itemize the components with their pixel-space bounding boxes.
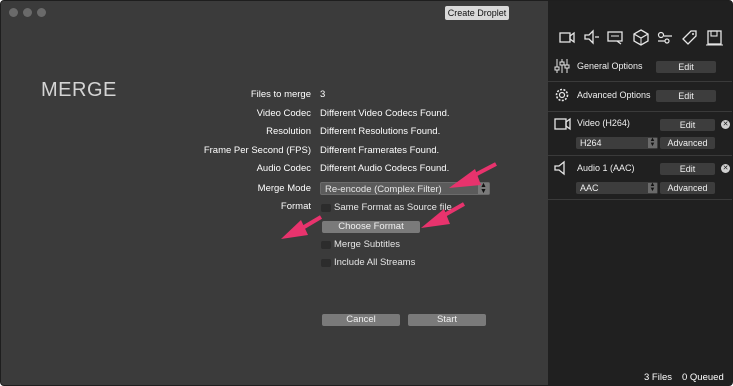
audio-edit-button[interactable]: Edit [660, 163, 715, 175]
queued-count-status: 0 Queued [682, 372, 724, 383]
chevron-updown-icon: ▲ ▼ [648, 137, 657, 148]
video-camera-icon[interactable] [558, 27, 576, 47]
video-edit-button[interactable]: Edit [660, 119, 715, 131]
audio-stream-label: Audio 1 (AAC) [577, 163, 635, 173]
app-window: Create Droplet MERGE Files to merge 3 Vi… [0, 0, 733, 386]
sliders-icon [554, 58, 570, 74]
advanced-options-edit-button[interactable]: Edit [656, 90, 716, 102]
remove-video-icon[interactable]: ✕ [721, 120, 730, 129]
sidebar: General Options Edit Advanced Options Ed… [548, 1, 732, 385]
audio-codec-select[interactable]: AAC ▲ ▼ [576, 182, 658, 194]
video-camera-icon [554, 116, 571, 132]
advanced-options-label: Advanced Options [577, 90, 651, 100]
video-stream-label: Video (H264) [577, 118, 630, 128]
arrow-head-choose-format [421, 209, 450, 228]
audio-speaker-icon[interactable] [583, 27, 601, 47]
chevron-updown-icon: ▲ ▼ [648, 182, 657, 193]
files-count-status: 3 Files [644, 372, 672, 383]
video-advanced-button[interactable]: Advanced [660, 137, 715, 149]
gear-icon [554, 87, 570, 103]
tag-icon[interactable] [680, 27, 698, 47]
general-options-edit-button[interactable]: Edit [656, 61, 716, 73]
audio-stream-row: Audio 1 (AAC) Edit ✕ AAC ▲ ▼ Advanced [548, 156, 732, 200]
metadata-tags-icon[interactable] [656, 27, 674, 47]
general-options-row: General Options Edit [548, 55, 732, 82]
video-stream-row: Video (H264) Edit ✕ H264 ▲ ▼ Advanced [548, 112, 732, 156]
save-icon[interactable] [706, 27, 724, 47]
annotation-arrows [281, 162, 497, 239]
arrow-head-same-format [281, 220, 308, 239]
3d-box-icon[interactable] [632, 27, 650, 47]
subtitle-icon[interactable] [607, 27, 625, 47]
video-codec-selected: H264 [580, 138, 602, 148]
advanced-options-row: Advanced Options Edit [548, 82, 732, 112]
audio-advanced-button[interactable]: Advanced [660, 182, 715, 194]
audio-codec-selected: AAC [580, 183, 599, 193]
remove-audio-icon[interactable]: ✕ [721, 164, 730, 173]
arrow-head-merge-mode [449, 169, 481, 188]
video-codec-select[interactable]: H264 ▲ ▼ [576, 137, 658, 149]
general-options-label: General Options [577, 61, 643, 71]
audio-speaker-icon [554, 160, 570, 176]
